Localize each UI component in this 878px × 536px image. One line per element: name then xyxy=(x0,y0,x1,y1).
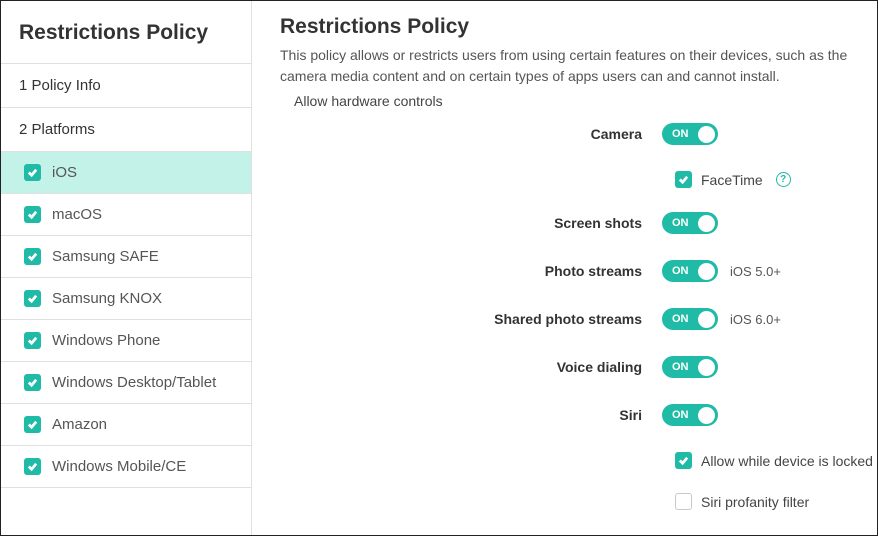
platform-item-windows-phone[interactable]: Windows Phone xyxy=(1,320,251,362)
toggle-voice-dialing[interactable]: ON xyxy=(662,356,718,378)
setting-screenshots: Screen shots ON xyxy=(280,212,877,234)
toggle-knob xyxy=(698,263,715,280)
toggle-on-label: ON xyxy=(672,265,689,277)
platform-item-windows-desktop-tablet[interactable]: Windows Desktop/Tablet xyxy=(1,362,251,404)
check-icon xyxy=(24,332,41,349)
platform-item-macos[interactable]: macOS xyxy=(1,194,251,236)
platform-label: Windows Phone xyxy=(52,332,160,349)
platform-label: macOS xyxy=(52,206,102,223)
platform-item-samsung-safe[interactable]: Samsung SAFE xyxy=(1,236,251,278)
page-description: This policy allows or restricts users fr… xyxy=(280,45,877,87)
setting-label: Photo streams xyxy=(280,263,662,279)
platform-item-windows-mobile-ce[interactable]: Windows Mobile/CE xyxy=(1,446,251,488)
setting-label: Siri xyxy=(280,407,662,423)
sub-setting-siri-locked: Allow while device is locked xyxy=(675,452,877,469)
toggle-on-label: ON xyxy=(672,409,689,421)
nav-policy-info[interactable]: 1 Policy Info xyxy=(1,64,251,108)
setting-label: Screen shots xyxy=(280,215,662,231)
checkbox-siri-locked[interactable] xyxy=(675,452,692,469)
platform-item-amazon[interactable]: Amazon xyxy=(1,404,251,446)
toggle-screenshots[interactable]: ON xyxy=(662,212,718,234)
section-label-hardware: Allow hardware controls xyxy=(294,93,877,109)
toggle-siri[interactable]: ON xyxy=(662,404,718,426)
sub-setting-siri-profanity: Siri profanity filter xyxy=(675,493,877,510)
check-icon xyxy=(24,206,41,223)
platform-label: Amazon xyxy=(52,416,107,433)
toggle-knob xyxy=(698,407,715,424)
check-icon xyxy=(24,164,41,181)
toggle-knob xyxy=(698,215,715,232)
check-icon xyxy=(24,374,41,391)
setting-shared-photo-streams: Shared photo streams ON iOS 6.0+ xyxy=(280,308,877,330)
setting-label: Voice dialing xyxy=(280,359,662,375)
toggle-knob xyxy=(698,311,715,328)
toggle-knob xyxy=(698,359,715,376)
setting-label: Shared photo streams xyxy=(280,311,662,327)
platform-list: iOS macOS Samsung SAFE Samsung KNOX Wind… xyxy=(1,152,251,488)
sidebar-title: Restrictions Policy xyxy=(1,1,251,64)
sidebar: Restrictions Policy 1 Policy Info 2 Plat… xyxy=(1,1,252,535)
toggle-knob xyxy=(698,126,715,143)
platform-item-samsung-knox[interactable]: Samsung KNOX xyxy=(1,278,251,320)
toggle-photo-streams[interactable]: ON xyxy=(662,260,718,282)
platform-item-ios[interactable]: iOS xyxy=(1,152,251,194)
toggle-on-label: ON xyxy=(672,128,689,140)
check-icon xyxy=(24,416,41,433)
check-icon xyxy=(24,248,41,265)
setting-photo-streams: Photo streams ON iOS 5.0+ xyxy=(280,260,877,282)
toggle-camera[interactable]: ON xyxy=(662,123,718,145)
nav-platforms[interactable]: 2 Platforms xyxy=(1,108,251,152)
setting-siri: Siri ON xyxy=(280,404,877,426)
setting-voice-dialing: Voice dialing ON xyxy=(280,356,877,378)
hint: iOS 6.0+ xyxy=(730,312,781,327)
sub-label: Siri profanity filter xyxy=(701,494,809,510)
toggle-on-label: ON xyxy=(672,361,689,373)
toggle-on-label: ON xyxy=(672,217,689,229)
check-icon xyxy=(24,458,41,475)
platform-label: Windows Desktop/Tablet xyxy=(52,374,216,391)
sub-label: Allow while device is locked xyxy=(701,453,873,469)
toggle-shared-photo-streams[interactable]: ON xyxy=(662,308,718,330)
help-icon[interactable]: ? xyxy=(776,172,791,187)
page-title: Restrictions Policy xyxy=(280,15,877,39)
setting-label: Camera xyxy=(280,126,662,142)
main-content: Restrictions Policy This policy allows o… xyxy=(252,1,877,535)
hint: iOS 5.0+ xyxy=(730,264,781,279)
setting-camera: Camera ON xyxy=(280,123,877,145)
sub-label: FaceTime xyxy=(701,172,763,188)
platform-label: Samsung KNOX xyxy=(52,290,162,307)
checkbox-facetime[interactable] xyxy=(675,171,692,188)
platform-label: Samsung SAFE xyxy=(52,248,159,265)
checkbox-siri-profanity[interactable] xyxy=(675,493,692,510)
platform-label: iOS xyxy=(52,164,77,181)
check-icon xyxy=(24,290,41,307)
toggle-on-label: ON xyxy=(672,313,689,325)
platform-label: Windows Mobile/CE xyxy=(52,458,186,475)
sub-setting-facetime: FaceTime ? xyxy=(675,171,877,188)
